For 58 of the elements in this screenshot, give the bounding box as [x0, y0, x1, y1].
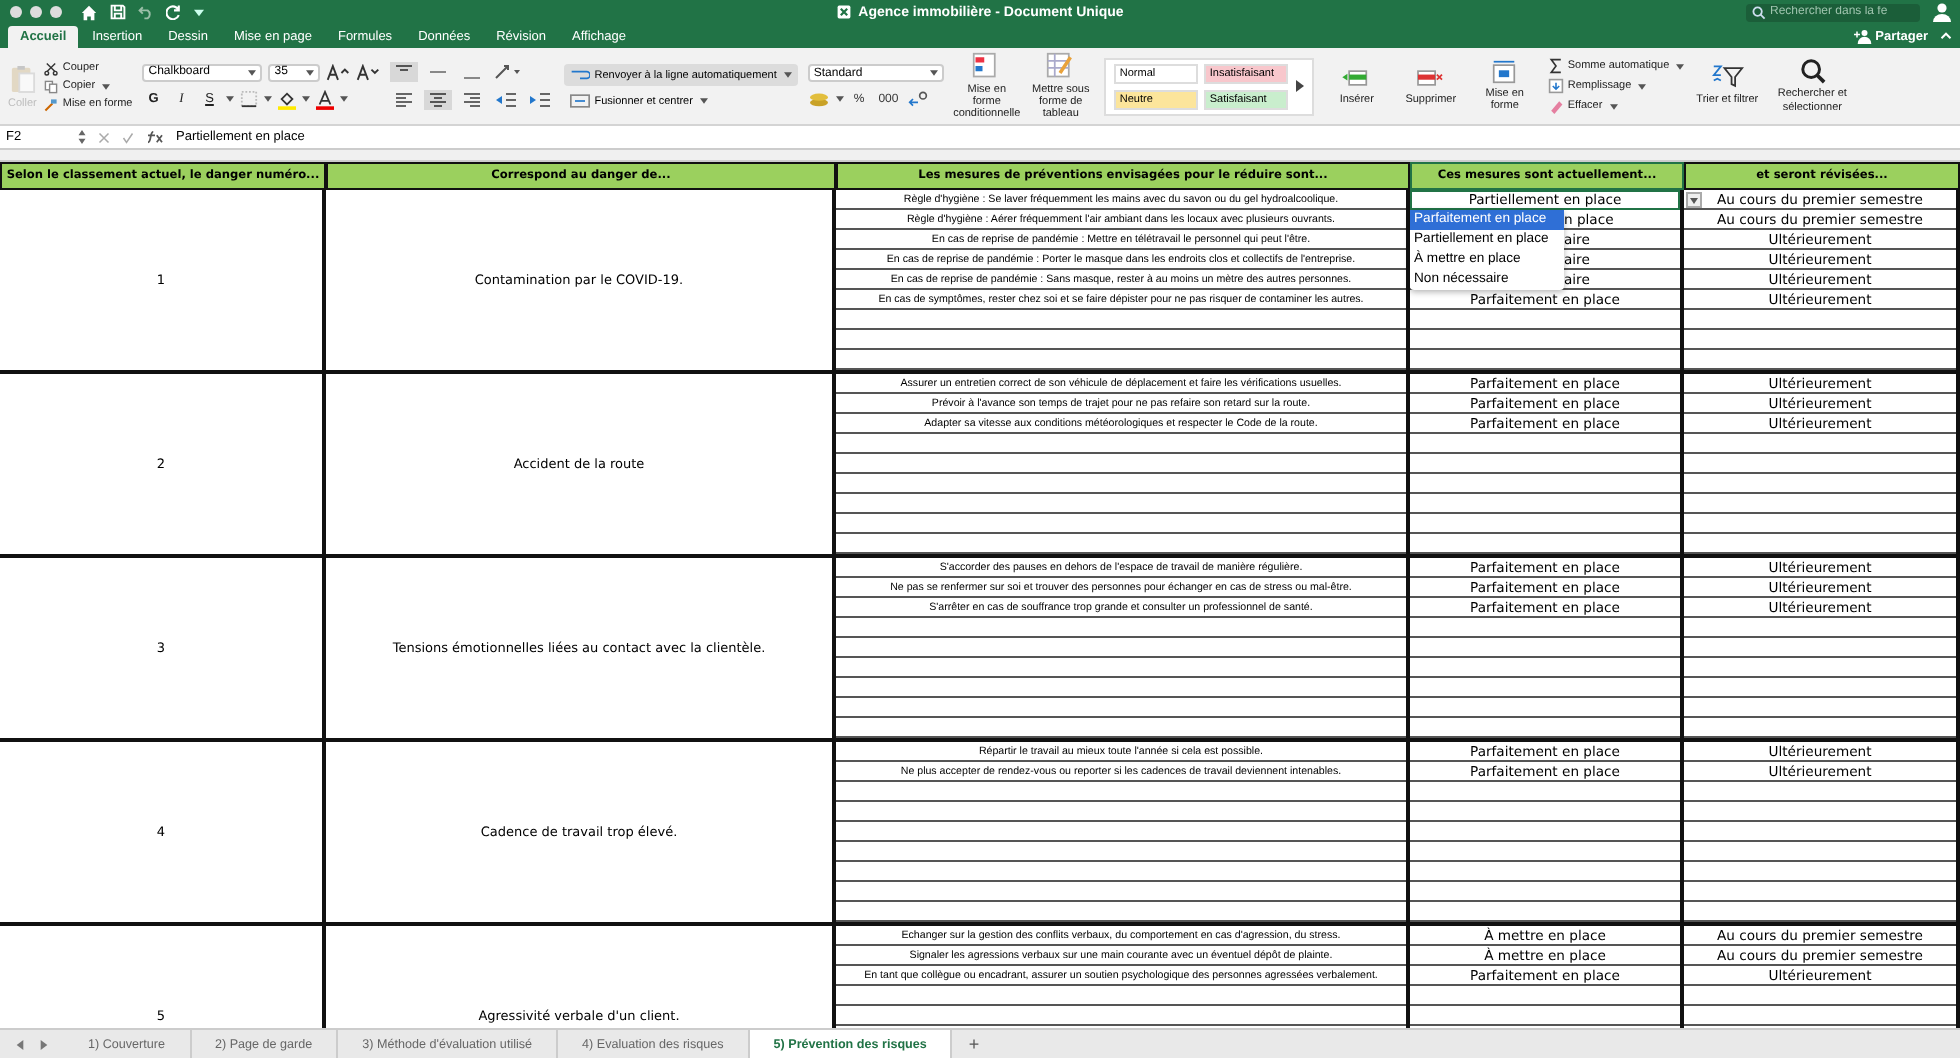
save-icon[interactable] [110, 4, 126, 20]
function-icon[interactable] [146, 130, 164, 144]
scissors-icon [44, 61, 59, 75]
caret-icon [783, 72, 792, 78]
caret-icon [929, 70, 938, 76]
caret-icon [1609, 103, 1618, 109]
customize-icon[interactable] [194, 7, 204, 17]
conditional-format-icon [972, 51, 1001, 80]
name-box-stepper-icon[interactable] [78, 130, 86, 144]
search-icon [1799, 58, 1826, 85]
insert-cells-icon [1342, 65, 1371, 90]
caret-icon [340, 96, 349, 102]
sort-filter-icon [1711, 64, 1744, 91]
add-person-icon [1853, 28, 1872, 44]
caret-icon [248, 69, 257, 75]
add-sheet-button[interactable]: + [952, 1034, 996, 1054]
user-icon[interactable] [1931, 2, 1952, 22]
table-format-icon [1046, 51, 1075, 80]
fill-color-icon[interactable] [278, 89, 297, 109]
caret-icon [302, 96, 311, 102]
format-cells-icon [1490, 59, 1519, 84]
undo-icon[interactable] [138, 4, 154, 20]
caret-icon [264, 96, 273, 102]
next-sheet-icon[interactable] [40, 1039, 48, 1049]
outdent-icon[interactable] [492, 90, 521, 110]
redo-icon[interactable] [166, 4, 182, 20]
window-controls-icon[interactable] [8, 4, 68, 20]
indent-icon[interactable] [526, 90, 555, 110]
merge-cells-icon [570, 94, 591, 108]
grow-font-icon[interactable] [326, 63, 351, 81]
paintbrush-icon [44, 97, 59, 111]
dropdown-arrow-icon[interactable] [1686, 192, 1702, 208]
caret-icon [226, 96, 235, 102]
align-center-icon[interactable] [424, 90, 453, 110]
align-top-icon[interactable] [390, 62, 419, 82]
home-icon[interactable] [80, 3, 98, 21]
font-color-icon[interactable] [316, 89, 335, 109]
caret-icon [1676, 63, 1685, 69]
caret-icon [102, 83, 111, 89]
caret-icon [306, 69, 315, 75]
orientation-icon[interactable] [492, 62, 521, 82]
borders-icon[interactable] [240, 90, 259, 108]
copy-icon [44, 79, 59, 93]
shrink-font-icon[interactable] [356, 63, 381, 81]
delete-cells-icon [1416, 65, 1445, 90]
search-icon [1751, 5, 1766, 19]
caret-icon [835, 96, 844, 102]
caret-icon [699, 98, 708, 104]
caret-icon [1638, 83, 1647, 89]
collapse-icon[interactable] [1940, 32, 1952, 40]
eraser-icon [1547, 98, 1564, 114]
sigma-icon [1547, 58, 1564, 74]
decimal-icon[interactable] [908, 90, 929, 108]
fill-down-icon [1547, 78, 1564, 94]
wrap-text-icon [570, 68, 591, 82]
more-styles-icon[interactable] [1295, 80, 1304, 92]
previous-sheet-icon[interactable] [16, 1039, 24, 1049]
clipboard-icon [9, 63, 36, 93]
